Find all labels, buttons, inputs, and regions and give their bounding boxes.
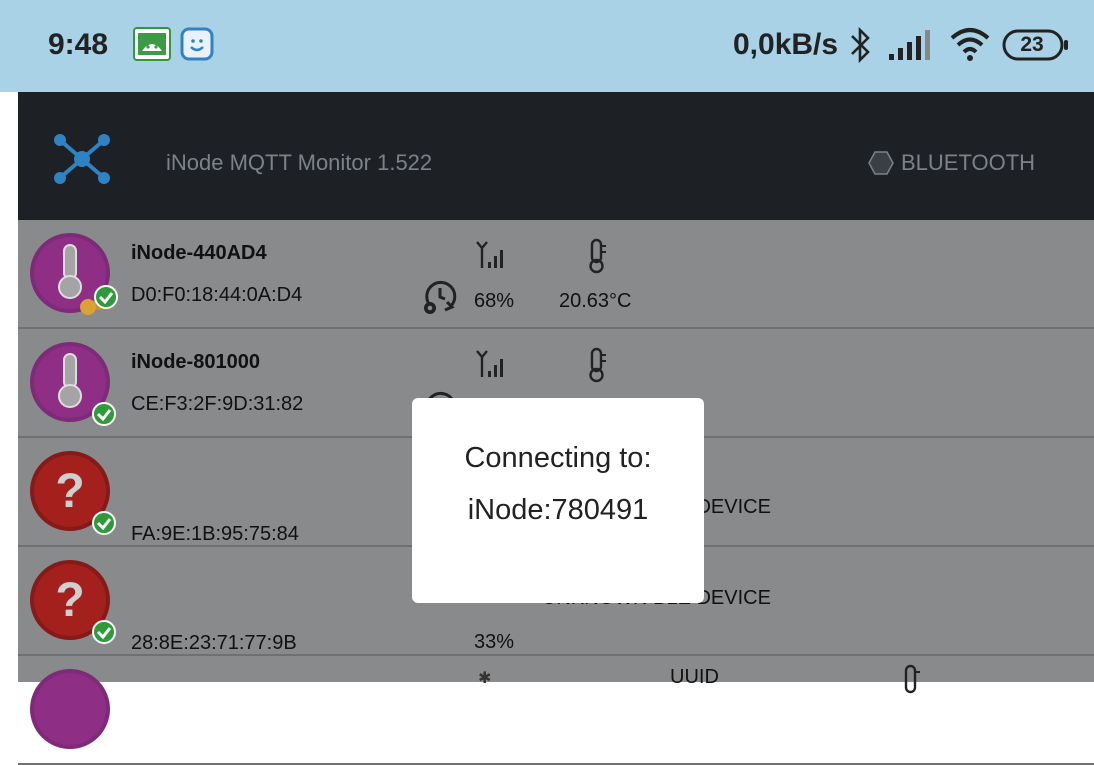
signal-percent: 68% [474, 290, 515, 312]
uuid-label: UUID [670, 666, 719, 688]
status-bar: 9:48 0,0kB/s 23 [0, 0, 1094, 92]
wifi-icon [950, 28, 990, 61]
sync-settings-icon [424, 280, 457, 314]
thermometer-icon [589, 238, 606, 274]
thermometer-device-icon [30, 669, 110, 749]
signal-icon [889, 30, 930, 60]
bluetooth-mode-label[interactable]: BLUETOOTH [901, 150, 1035, 176]
device-row[interactable]: iNode-440AD4 D0:F0:18:44:0A:D4 68% 20.63… [18, 220, 1094, 329]
device-mac: 28:8E:23:71:77:9B [131, 632, 297, 654]
device-mac: D0:F0:18:44:0A:D4 [131, 284, 303, 306]
device-name: iNode-801000 [131, 351, 260, 373]
thermometer-device-icon [30, 233, 118, 315]
android-notification-icon [133, 27, 171, 61]
unknown-device-icon: ? [30, 560, 116, 644]
battery-level: 23 [1020, 33, 1044, 56]
thermometer-device-icon [30, 342, 116, 426]
signal-percent: 33% [474, 631, 515, 653]
dialog-message-line1: Connecting to: [464, 442, 652, 474]
thermometer-icon [589, 347, 606, 383]
device-row[interactable]: ✱ UUID [18, 656, 1094, 765]
svg-text:?: ? [55, 574, 84, 627]
device-mac: FA:9E:1B:95:75:84 [131, 523, 299, 545]
thermometer-icon [904, 664, 920, 694]
temperature-value: 20.63°C [559, 290, 632, 312]
asterisk-icon: ✱ [478, 670, 492, 687]
device-mac: CE:F3:2F:9D:31:82 [131, 393, 304, 415]
signal-strength-icon [476, 350, 503, 377]
face-notification-icon [180, 27, 214, 61]
signal-strength-icon [476, 241, 503, 268]
svg-text:?: ? [55, 465, 84, 518]
app-title: iNode MQTT Monitor 1.522 [166, 150, 433, 175]
status-time: 9:48 [48, 28, 109, 61]
bluetooth-icon [851, 26, 870, 64]
bluetooth-mode-icon[interactable] [868, 150, 894, 176]
unknown-device-icon: ? [30, 451, 116, 535]
dialog-message-line2: iNode:780491 [467, 494, 649, 526]
network-speed: 0,0kB/s [733, 28, 839, 61]
network-hub-icon[interactable] [51, 133, 113, 185]
connecting-dialog: Connecting to: iNode:780491 [412, 398, 704, 603]
app-toolbar: iNode MQTT Monitor 1.522 BLUETOOTH [18, 92, 1094, 220]
device-name: iNode-440AD4 [131, 242, 267, 264]
